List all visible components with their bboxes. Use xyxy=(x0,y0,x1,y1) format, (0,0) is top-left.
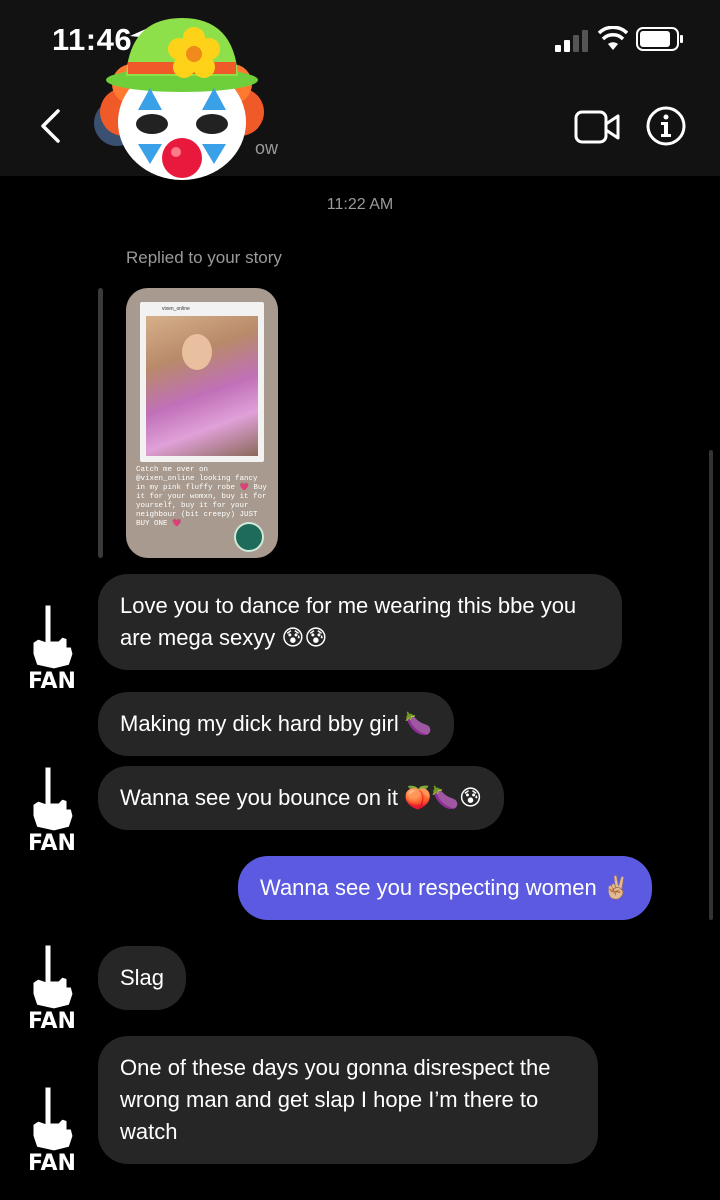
message-bubble-incoming[interactable]: Slag xyxy=(98,946,187,1010)
story-caption: Catch me over on @vixen_online looking f… xyxy=(136,466,267,528)
message-bubble-incoming[interactable]: Love you to dance for me wearing this bb… xyxy=(98,574,622,670)
svg-text:FAN: FAN xyxy=(28,1009,76,1032)
story-photo xyxy=(146,316,258,456)
fan-hand-icon: FAN xyxy=(24,762,80,854)
message-bubble-incoming[interactable]: One of these days you gonna disrespect t… xyxy=(98,1036,598,1164)
message-timestamp: 11:22 AM xyxy=(326,196,394,213)
reply-indicator-bar xyxy=(98,288,103,558)
story-sticker xyxy=(234,522,264,552)
story-photo-subject xyxy=(182,334,212,370)
fan-hand-icon: FAN xyxy=(24,940,80,1032)
story-preview[interactable]: vixen_online Catch me over on @vixen_onl… xyxy=(126,288,278,558)
message-bubble-outgoing[interactable]: Wanna see you respecting women ✌🏼 xyxy=(238,856,653,920)
fan-hand-icon: FAN xyxy=(24,600,80,692)
svg-text:FAN: FAN xyxy=(28,831,76,854)
story-post-card: vixen_online xyxy=(140,302,264,462)
replied-to-story-label: Replied to your story xyxy=(126,248,282,267)
story-handle: vixen_online xyxy=(162,306,190,312)
back-chevron-icon[interactable] xyxy=(36,108,66,144)
clown-face-sticker xyxy=(100,18,264,180)
fan-hand-icon: FAN xyxy=(24,1082,80,1174)
scrollbar[interactable] xyxy=(709,450,713,920)
battery-icon xyxy=(636,27,683,51)
video-call-icon[interactable] xyxy=(574,110,620,144)
wifi-icon xyxy=(598,26,628,50)
message-bubble-incoming[interactable]: Making my dick hard bby girl 🍆 xyxy=(98,692,455,756)
info-icon[interactable] xyxy=(646,106,686,146)
svg-text:FAN: FAN xyxy=(28,669,76,692)
message-bubble-incoming[interactable]: Wanna see you bounce on it 🍑🍆😰 xyxy=(98,766,504,830)
signal-icon xyxy=(555,30,588,52)
svg-text:FAN: FAN xyxy=(28,1151,76,1174)
